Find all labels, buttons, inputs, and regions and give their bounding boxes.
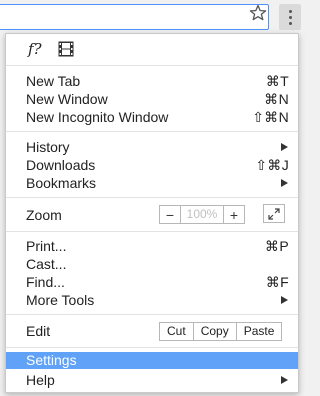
menu-item-label: More Tools [26, 292, 95, 308]
zoom-level: 100% [186, 207, 218, 221]
menu-item-new-window[interactable]: New Window ⌘N [6, 90, 298, 108]
extensions-row: f? [6, 34, 298, 65]
menu-item-print[interactable]: Print... ⌘P [6, 237, 298, 255]
menu-item-label: New Tab [26, 73, 81, 89]
submenu-arrow-icon [281, 376, 288, 384]
cut-button[interactable]: Cut [160, 323, 193, 340]
submenu-arrow-icon [281, 179, 288, 187]
paste-button[interactable]: Paste [235, 323, 282, 340]
menu-item-label: Find... [26, 274, 65, 290]
edit-controls: Cut Copy Paste [159, 322, 283, 341]
submenu-arrow-icon [281, 143, 288, 151]
menu-item-history[interactable]: History [6, 138, 298, 156]
star-icon[interactable] [249, 4, 267, 22]
fullscreen-icon[interactable] [263, 204, 285, 223]
menu-item-more-tools[interactable]: More Tools [6, 291, 298, 309]
shortcut: ⌘T [265, 73, 289, 89]
zoom-out-button[interactable]: − [160, 206, 181, 223]
more-vert-icon[interactable] [279, 4, 301, 30]
shortcut: ⌘F [265, 274, 289, 290]
chrome-menu: f? New Tab ⌘T New Window ⌘N New Incognit… [5, 33, 299, 393]
separator [6, 231, 298, 232]
menu-item-new-incognito-window[interactable]: New Incognito Window ⇧⌘N [6, 108, 298, 126]
menu-item-label: Settings [26, 352, 77, 368]
menu-item-bookmarks[interactable]: Bookmarks [6, 174, 298, 192]
browser-toolbar [0, 0, 304, 33]
zoom-label: Zoom [26, 207, 62, 223]
menu-item-label: Print... [26, 238, 67, 254]
fx-extension-icon[interactable]: f? [28, 40, 42, 58]
menu-item-downloads[interactable]: Downloads ⇧⌘J [6, 156, 298, 174]
menu-item-label: Bookmarks [26, 175, 97, 191]
menu-item-label: Cast... [26, 256, 67, 272]
menu-item-label: New Incognito Window [26, 109, 169, 125]
separator [6, 131, 298, 132]
submenu-arrow-icon [281, 296, 288, 304]
menu-item-help[interactable]: Help [6, 371, 298, 389]
shortcut: ⇧⌘J [255, 157, 289, 173]
menu-item-label: History [26, 139, 70, 155]
copy-button[interactable]: Copy [192, 323, 236, 340]
menu-item-settings[interactable]: Settings [6, 352, 298, 369]
film-icon[interactable] [58, 41, 74, 57]
shortcut: ⇧⌘N [252, 109, 289, 125]
zoom-in-button[interactable]: + [223, 206, 244, 223]
zoom-control: − 100% + [159, 205, 245, 224]
shortcut: ⌘P [265, 238, 289, 254]
edit-label: Edit [26, 323, 51, 339]
separator [6, 197, 298, 198]
menu-item-label: New Window [26, 91, 108, 107]
separator [6, 65, 298, 66]
menu-item-new-tab[interactable]: New Tab ⌘T [6, 72, 298, 90]
separator [6, 314, 298, 315]
menu-item-label: Help [26, 372, 55, 388]
menu-item-label: Downloads [26, 157, 96, 173]
shortcut: ⌘N [264, 91, 289, 107]
address-bar[interactable] [0, 4, 269, 30]
menu-item-find[interactable]: Find... ⌘F [6, 273, 298, 291]
separator [6, 347, 298, 348]
menu-item-cast[interactable]: Cast... [6, 255, 298, 273]
